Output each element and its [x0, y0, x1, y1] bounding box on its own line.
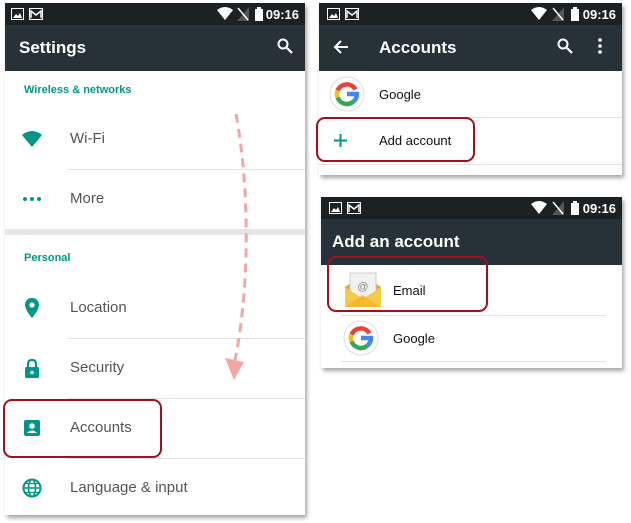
section-header-personal: Personal — [24, 252, 71, 264]
no-sim-icon — [237, 7, 249, 21]
image-notification-icon — [11, 8, 24, 20]
settings-item-language[interactable]: Language & input — [5, 459, 305, 515]
settings-item-label: Wi-Fi — [70, 130, 105, 147]
battery-icon — [571, 7, 579, 21]
status-time: 09:16 — [265, 7, 299, 22]
wifi-signal-icon — [531, 201, 547, 214]
gmail-notification-icon — [345, 8, 359, 20]
wifi-signal-icon — [531, 7, 547, 20]
app-bar: Settings — [5, 25, 305, 71]
app-bar: Accounts — [319, 25, 622, 71]
wifi-signal-icon — [217, 7, 233, 20]
section-header-wireless: Wireless & networks — [24, 84, 132, 96]
location-pin-icon — [25, 298, 39, 318]
settings-item-label: More — [70, 190, 105, 207]
gmail-notification-icon — [347, 202, 361, 214]
highlight-box-add-account — [316, 117, 475, 162]
gmail-notification-icon — [29, 8, 43, 20]
status-time: 09:16 — [582, 201, 616, 216]
account-type-google[interactable]: Google — [321, 317, 622, 361]
settings-item-label: Location — [70, 299, 127, 316]
search-icon[interactable] — [557, 38, 573, 54]
google-logo-icon — [329, 76, 365, 112]
more-dots-icon — [23, 197, 41, 201]
no-sim-icon — [552, 7, 564, 21]
highlight-box-accounts — [3, 399, 162, 458]
account-item-google[interactable]: Google — [319, 71, 622, 117]
settings-item-label: Security — [70, 359, 125, 376]
overflow-menu-icon[interactable] — [598, 38, 602, 54]
globe-icon — [22, 478, 42, 498]
back-arrow-icon[interactable] — [333, 40, 349, 54]
page-title: Accounts — [379, 38, 457, 57]
lock-icon — [25, 358, 39, 378]
settings-item-location[interactable]: Location — [5, 279, 305, 337]
battery-icon — [571, 201, 579, 215]
google-logo-icon — [343, 320, 379, 356]
search-icon[interactable] — [277, 38, 293, 54]
status-bar: 09:16 — [321, 197, 622, 219]
page-title: Add an account — [332, 232, 460, 251]
battery-icon — [255, 7, 263, 21]
divider — [319, 164, 622, 165]
group-divider — [5, 229, 305, 235]
scroll-direction-arrow — [225, 113, 248, 380]
highlight-box-email — [327, 256, 488, 312]
status-time: 09:16 — [582, 7, 616, 22]
account-item-label: Google — [379, 87, 421, 102]
status-bar: 09:16 — [5, 3, 305, 25]
settings-item-more[interactable]: More — [5, 170, 305, 228]
divider — [341, 315, 606, 316]
account-type-label: Google — [393, 331, 435, 346]
image-notification-icon — [327, 8, 340, 20]
divider — [341, 361, 606, 362]
settings-item-wifi[interactable]: Wi-Fi — [5, 110, 305, 168]
page-title: Settings — [19, 38, 87, 57]
wifi-icon — [22, 131, 42, 147]
status-bar: 09:16 — [319, 3, 622, 25]
settings-item-label: Language & input — [70, 479, 188, 496]
settings-item-security[interactable]: Security — [5, 339, 305, 397]
image-notification-icon — [329, 202, 342, 214]
no-sim-icon — [552, 201, 564, 215]
